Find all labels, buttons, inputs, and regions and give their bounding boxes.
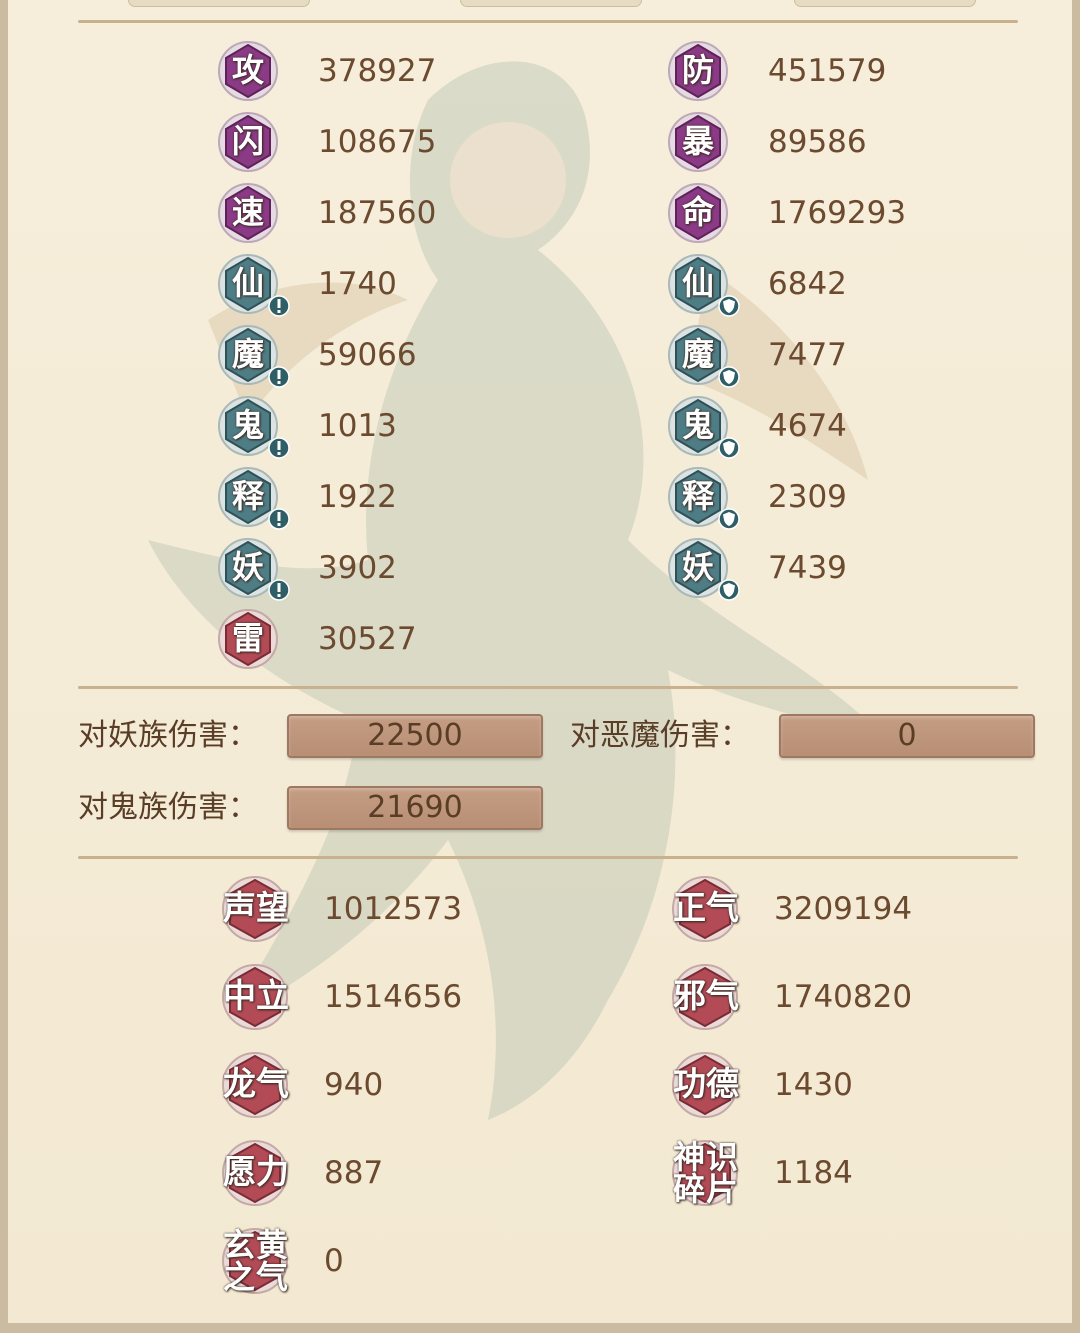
damage-demon-race-label: 对妖族伤害： bbox=[78, 718, 258, 753]
divider bbox=[78, 20, 1018, 23]
shield-icon bbox=[718, 295, 740, 317]
attack-icon bbox=[268, 295, 290, 317]
damage-evil-demon-label: 对恶魔伤害： bbox=[570, 718, 750, 753]
shield-icon bbox=[718, 366, 740, 388]
attack-icon bbox=[268, 366, 290, 388]
shield-icon bbox=[718, 508, 740, 530]
damage-ghost-race-label: 对鬼族伤害： bbox=[78, 790, 258, 825]
divider bbox=[78, 856, 1018, 859]
top-tab-stub bbox=[460, 0, 642, 7]
attack-icon bbox=[268, 437, 290, 459]
shield-icon bbox=[718, 579, 740, 601]
divider bbox=[78, 686, 1018, 689]
shield-icon bbox=[718, 437, 740, 459]
stats-panel: 攻 378927 防 451579 闪 108675 暴 89586 速 187… bbox=[0, 0, 1080, 1333]
damage-evil-demon-value: 0 bbox=[779, 714, 1035, 758]
attack-icon bbox=[268, 579, 290, 601]
damage-ghost-race-value: 21690 bbox=[287, 786, 543, 830]
top-tab-stub bbox=[794, 0, 976, 7]
damage-demon-race-value: 22500 bbox=[287, 714, 543, 758]
attack-icon bbox=[268, 508, 290, 530]
top-tab-stub bbox=[128, 0, 310, 7]
